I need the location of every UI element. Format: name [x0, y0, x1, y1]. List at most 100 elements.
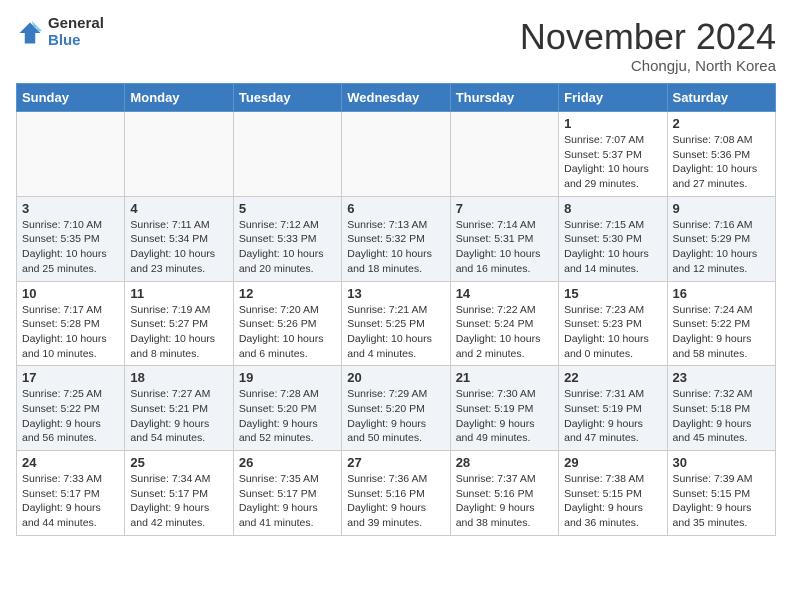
- calendar-day-cell: 9Sunrise: 7:16 AMSunset: 5:29 PMDaylight…: [667, 196, 775, 281]
- day-number: 1: [564, 116, 661, 131]
- day-info-line: Daylight: 9 hours and 35 minutes.: [673, 501, 770, 530]
- calendar-day-cell: 17Sunrise: 7:25 AMSunset: 5:22 PMDayligh…: [17, 366, 125, 451]
- day-info-line: Sunrise: 7:23 AM: [564, 303, 661, 318]
- day-number: 6: [347, 201, 444, 216]
- day-info-line: Sunset: 5:31 PM: [456, 232, 553, 247]
- day-number: 20: [347, 370, 444, 385]
- calendar-day-cell: 29Sunrise: 7:38 AMSunset: 5:15 PMDayligh…: [559, 451, 667, 536]
- day-info-line: Sunrise: 7:19 AM: [130, 303, 227, 318]
- day-info-line: Daylight: 9 hours and 38 minutes.: [456, 501, 553, 530]
- day-info-line: Sunset: 5:16 PM: [347, 487, 444, 502]
- calendar-day-cell: 2Sunrise: 7:08 AMSunset: 5:36 PMDaylight…: [667, 112, 775, 197]
- day-info-line: Daylight: 10 hours and 16 minutes.: [456, 247, 553, 276]
- day-info: Sunrise: 7:23 AMSunset: 5:23 PMDaylight:…: [564, 303, 661, 362]
- calendar-day-cell: 27Sunrise: 7:36 AMSunset: 5:16 PMDayligh…: [342, 451, 450, 536]
- day-info: Sunrise: 7:29 AMSunset: 5:20 PMDaylight:…: [347, 387, 444, 446]
- day-info-line: Sunrise: 7:20 AM: [239, 303, 336, 318]
- day-info-line: Daylight: 10 hours and 2 minutes.: [456, 332, 553, 361]
- location-subtitle: Chongju, North Korea: [520, 58, 776, 75]
- day-number: 24: [22, 455, 119, 470]
- calendar-day-cell: 19Sunrise: 7:28 AMSunset: 5:20 PMDayligh…: [233, 366, 341, 451]
- day-info-line: Sunset: 5:24 PM: [456, 317, 553, 332]
- day-number: 8: [564, 201, 661, 216]
- day-info: Sunrise: 7:13 AMSunset: 5:32 PMDaylight:…: [347, 218, 444, 277]
- day-info: Sunrise: 7:27 AMSunset: 5:21 PMDaylight:…: [130, 387, 227, 446]
- weekday-header: Saturday: [667, 84, 775, 112]
- day-number: 26: [239, 455, 336, 470]
- calendar-day-cell: [17, 112, 125, 197]
- day-info-line: Sunrise: 7:37 AM: [456, 472, 553, 487]
- calendar-week-row: 1Sunrise: 7:07 AMSunset: 5:37 PMDaylight…: [17, 112, 776, 197]
- title-block: November 2024 Chongju, North Korea: [520, 16, 776, 75]
- day-number: 29: [564, 455, 661, 470]
- day-info: Sunrise: 7:37 AMSunset: 5:16 PMDaylight:…: [456, 472, 553, 531]
- day-info-line: Daylight: 9 hours and 39 minutes.: [347, 501, 444, 530]
- calendar-week-row: 10Sunrise: 7:17 AMSunset: 5:28 PMDayligh…: [17, 281, 776, 366]
- day-info-line: Sunrise: 7:36 AM: [347, 472, 444, 487]
- day-info-line: Daylight: 9 hours and 45 minutes.: [673, 417, 770, 446]
- day-info: Sunrise: 7:22 AMSunset: 5:24 PMDaylight:…: [456, 303, 553, 362]
- day-number: 15: [564, 286, 661, 301]
- logo: General Blue: [16, 16, 104, 49]
- day-info: Sunrise: 7:21 AMSunset: 5:25 PMDaylight:…: [347, 303, 444, 362]
- day-info-line: Daylight: 10 hours and 4 minutes.: [347, 332, 444, 361]
- calendar-header: SundayMondayTuesdayWednesdayThursdayFrid…: [17, 84, 776, 112]
- day-info-line: Sunset: 5:22 PM: [22, 402, 119, 417]
- day-number: 18: [130, 370, 227, 385]
- day-info-line: Daylight: 10 hours and 27 minutes.: [673, 162, 770, 191]
- calendar-day-cell: 24Sunrise: 7:33 AMSunset: 5:17 PMDayligh…: [17, 451, 125, 536]
- calendar-day-cell: 4Sunrise: 7:11 AMSunset: 5:34 PMDaylight…: [125, 196, 233, 281]
- calendar-day-cell: 20 Sunrise: 7:29 AMSunset: 5:20 PMDayligh…: [342, 366, 450, 451]
- day-info-line: Sunset: 5:36 PM: [673, 148, 770, 163]
- day-info-line: Daylight: 10 hours and 10 minutes.: [22, 332, 119, 361]
- day-number: 11: [130, 286, 227, 301]
- day-info-line: Sunrise: 7:34 AM: [130, 472, 227, 487]
- day-info-line: Daylight: 9 hours and 42 minutes.: [130, 501, 227, 530]
- calendar-body: 1Sunrise: 7:07 AMSunset: 5:37 PMDaylight…: [17, 112, 776, 536]
- calendar-day-cell: 28Sunrise: 7:37 AMSunset: 5:16 PMDayligh…: [450, 451, 558, 536]
- day-info: Sunrise: 7:08 AMSunset: 5:36 PMDaylight:…: [673, 133, 770, 192]
- day-info-line: Daylight: 9 hours and 56 minutes.: [22, 417, 119, 446]
- day-info-line: Daylight: 10 hours and 29 minutes.: [564, 162, 661, 191]
- day-info-line: Sunrise: 7:10 AM: [22, 218, 119, 233]
- day-info-line: Sunset: 5:22 PM: [673, 317, 770, 332]
- day-info-line: Sunset: 5:30 PM: [564, 232, 661, 247]
- day-info: Sunrise: 7:17 AMSunset: 5:28 PMDaylight:…: [22, 303, 119, 362]
- calendar-day-cell: 25Sunrise: 7:34 AMSunset: 5:17 PMDayligh…: [125, 451, 233, 536]
- day-info-line: Daylight: 10 hours and 18 minutes.: [347, 247, 444, 276]
- day-info-line: Daylight: 9 hours and 58 minutes.: [673, 332, 770, 361]
- day-info-line: Sunset: 5:16 PM: [456, 487, 553, 502]
- day-number: 13: [347, 286, 444, 301]
- day-number: 30: [673, 455, 770, 470]
- calendar-day-cell: 23Sunrise: 7:32 AMSunset: 5:18 PMDayligh…: [667, 366, 775, 451]
- day-info-line: Daylight: 10 hours and 25 minutes.: [22, 247, 119, 276]
- day-info-line: Daylight: 9 hours and 50 minutes.: [347, 417, 444, 446]
- day-info-line: Sunset: 5:34 PM: [130, 232, 227, 247]
- day-info-line: Sunrise: 7:11 AM: [130, 218, 227, 233]
- day-info-line: Sunset: 5:29 PM: [673, 232, 770, 247]
- day-info-line: Sunrise: 7:07 AM: [564, 133, 661, 148]
- calendar-day-cell: 10Sunrise: 7:17 AMSunset: 5:28 PMDayligh…: [17, 281, 125, 366]
- day-info-line: Sunset: 5:15 PM: [564, 487, 661, 502]
- day-info-line: Sunrise: 7:39 AM: [673, 472, 770, 487]
- day-info: Sunrise: 7:20 AMSunset: 5:26 PMDaylight:…: [239, 303, 336, 362]
- day-info-line: Sunrise: 7:24 AM: [673, 303, 770, 318]
- day-info: Sunrise: 7:16 AMSunset: 5:29 PMDaylight:…: [673, 218, 770, 277]
- day-info-line: Daylight: 9 hours and 36 minutes.: [564, 501, 661, 530]
- day-info-line: Daylight: 9 hours and 54 minutes.: [130, 417, 227, 446]
- day-number: 21: [456, 370, 553, 385]
- day-info-line: Sunrise: 7:31 AM: [564, 387, 661, 402]
- day-info-line: Sunset: 5:28 PM: [22, 317, 119, 332]
- month-title: November 2024: [520, 16, 776, 58]
- calendar-day-cell: 11Sunrise: 7:19 AMSunset: 5:27 PMDayligh…: [125, 281, 233, 366]
- logo-blue: Blue: [48, 33, 104, 50]
- day-info: Sunrise: 7:30 AMSunset: 5:19 PMDaylight:…: [456, 387, 553, 446]
- calendar-day-cell: [125, 112, 233, 197]
- day-info-line: Sunrise: 7:29 AM: [347, 387, 444, 402]
- day-number: 23: [673, 370, 770, 385]
- day-number: 5: [239, 201, 336, 216]
- calendar-day-cell: 30Sunrise: 7:39 AMSunset: 5:15 PMDayligh…: [667, 451, 775, 536]
- day-info-line: Sunset: 5:20 PM: [239, 402, 336, 417]
- calendar-day-cell: 14Sunrise: 7:22 AMSunset: 5:24 PMDayligh…: [450, 281, 558, 366]
- logo-text: General Blue: [48, 16, 104, 49]
